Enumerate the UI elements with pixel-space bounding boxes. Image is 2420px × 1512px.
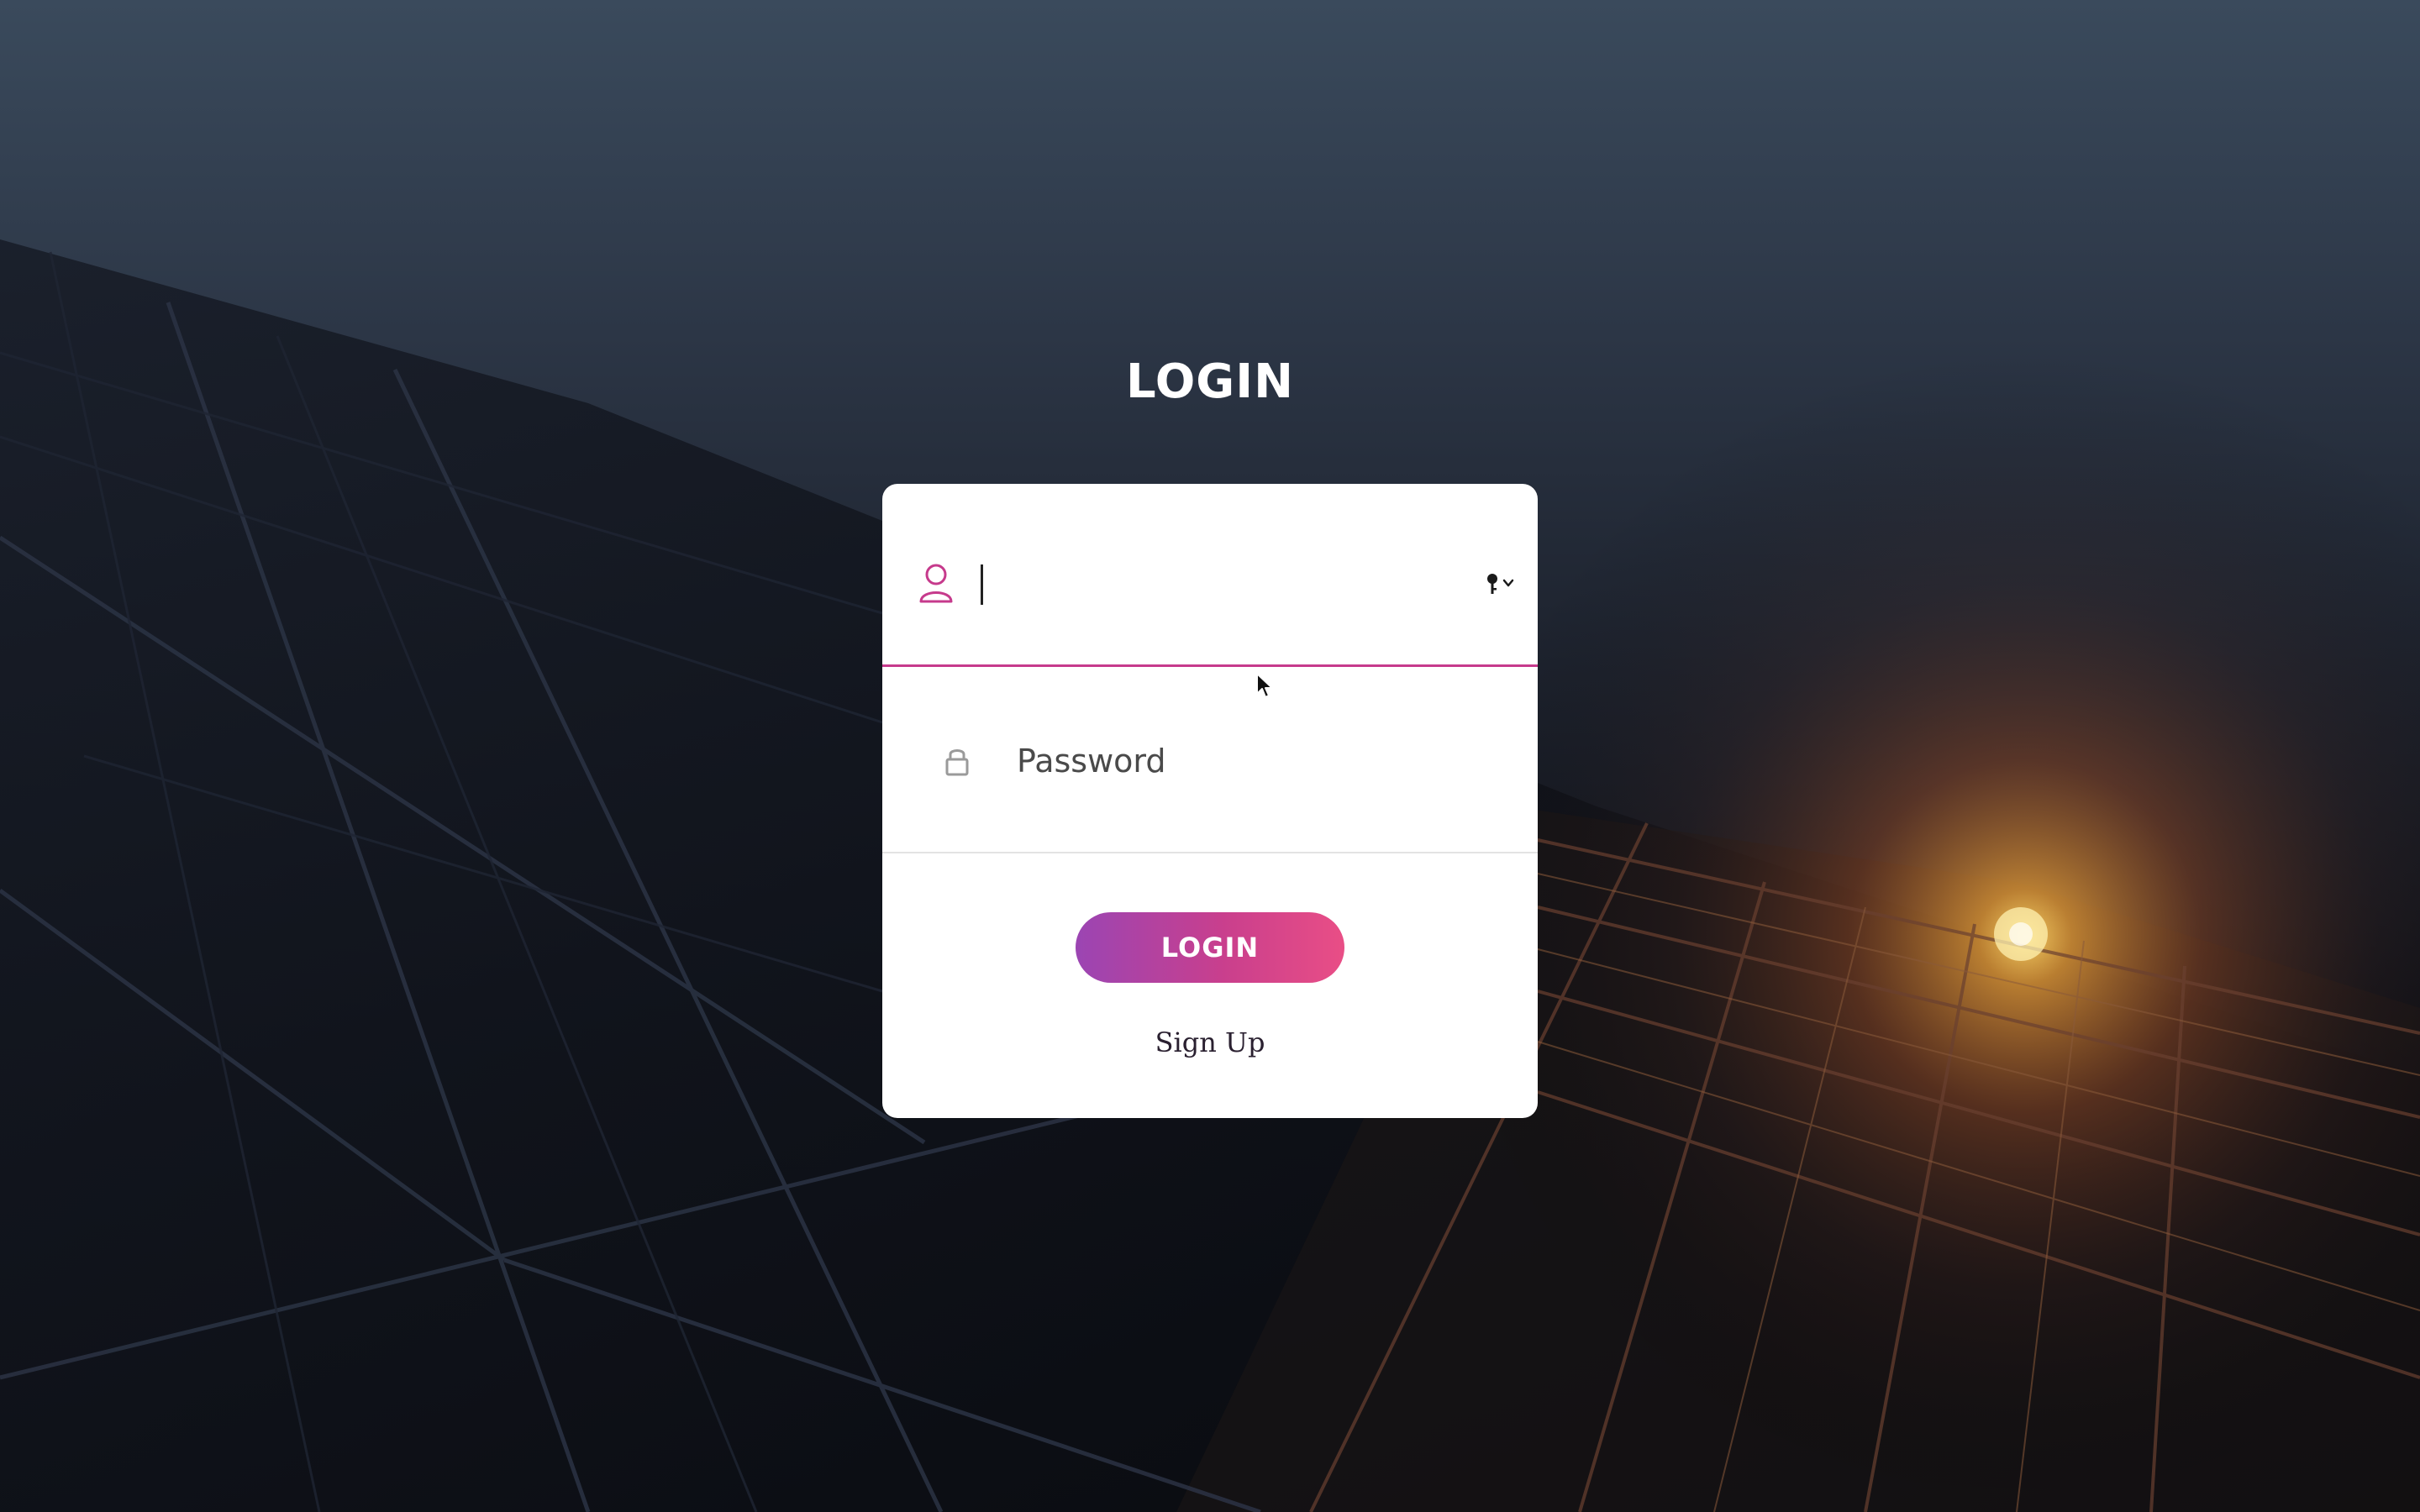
password-input[interactable] xyxy=(1017,738,1487,785)
username-field[interactable] xyxy=(882,484,1538,667)
key-dropdown-icon[interactable] xyxy=(1486,572,1519,596)
login-screen: LOGIN LOGIN Sign Up xyxy=(0,0,2420,1512)
lock-icon xyxy=(943,744,971,778)
password-field[interactable] xyxy=(882,669,1538,853)
text-caret xyxy=(981,564,983,605)
page-title: LOGIN xyxy=(1126,354,1294,409)
mouse-pointer-icon xyxy=(1256,673,1273,698)
login-button[interactable]: LOGIN xyxy=(1076,912,1344,983)
login-card: LOGIN Sign Up xyxy=(882,484,1538,1118)
user-icon xyxy=(918,563,955,605)
signup-link[interactable]: Sign Up xyxy=(882,1026,1538,1058)
username-input[interactable] xyxy=(981,561,1452,608)
